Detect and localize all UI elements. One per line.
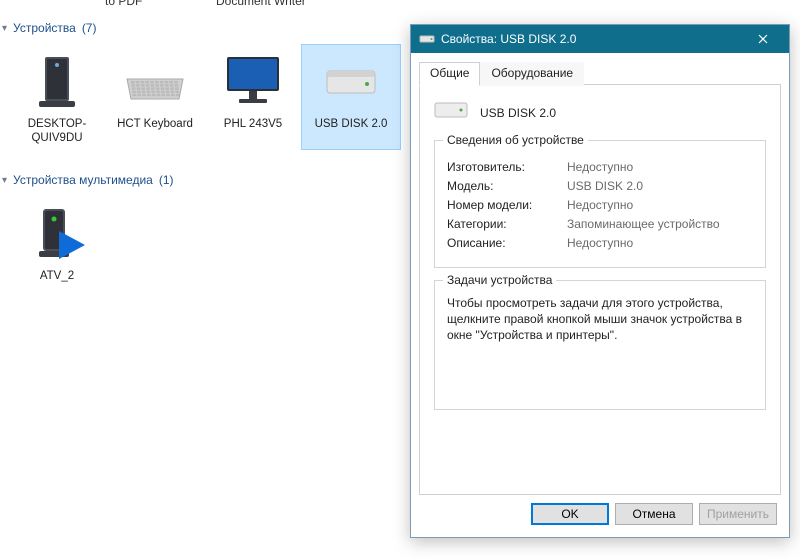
device-label: ATV_2 (40, 269, 74, 283)
group-count: (7) (82, 21, 97, 35)
label: Номер модели: (447, 198, 567, 212)
drive-icon (319, 51, 383, 113)
device-item[interactable]: DESKTOP-QUIV9DU (8, 45, 106, 149)
chevron-down-icon: ▾ (2, 175, 7, 186)
monitor-icon (221, 51, 285, 113)
device-label: DESKTOP-QUIV9DU (10, 117, 104, 145)
label: Описание: (447, 236, 567, 250)
device-tasks-text: Чтобы просмотреть задачи для этого устро… (447, 295, 753, 343)
device-tasks-group: Задачи устройства Чтобы просмотреть зада… (434, 280, 766, 410)
tab-general[interactable]: Общие (419, 62, 480, 86)
device-item[interactable]: USB DISK 2.0 (302, 45, 400, 149)
value: USB DISK 2.0 (567, 179, 753, 193)
value: Недоступно (567, 236, 753, 250)
drive-icon (434, 99, 468, 126)
value: Запоминающее устройство (567, 217, 753, 231)
group-label: Устройства (13, 21, 76, 35)
label: Модель: (447, 179, 567, 193)
value: Недоступно (567, 160, 753, 174)
row-manufacturer: Изготовитель: Недоступно (447, 160, 753, 174)
row-model: Модель: USB DISK 2.0 (447, 179, 753, 193)
row-model-number: Номер модели: Недоступно (447, 198, 753, 212)
device-item[interactable]: HCT Keyboard (106, 45, 204, 149)
group-header-devices[interactable]: ▾ Устройства (7) (0, 21, 408, 35)
group-media: ▾ Устройства мультимедиа (1) ATV_2 (0, 173, 174, 287)
properties-dialog: Свойства: USB DISK 2.0 Общие Оборудовани… (410, 24, 790, 538)
device-label: USB DISK 2.0 (315, 117, 388, 131)
device-item[interactable]: ATV_2 (8, 197, 106, 287)
apply-button[interactable]: Применить (699, 503, 777, 525)
tab-panel-general: USB DISK 2.0 Сведения об устройстве Изго… (419, 85, 781, 495)
pc-icon (25, 51, 89, 113)
group-label: Устройства мультимедиа (13, 173, 153, 187)
ok-button[interactable]: OK (531, 503, 609, 525)
row-categories: Категории: Запоминающее устройство (447, 217, 753, 231)
keyboard-icon (123, 51, 187, 113)
dialog-body: Общие Оборудование USB DISK 2.0 Сведения… (411, 53, 789, 499)
device-label: PHL 243V5 (224, 117, 282, 131)
group-devices: ▾ Устройства (7) DESKTOP-QUIV9DU HCT Keyb… (0, 21, 408, 149)
group-count: (1) (159, 173, 174, 187)
cancel-button[interactable]: Отмена (615, 503, 693, 525)
media-row: ATV_2 (0, 187, 174, 287)
titlebar[interactable]: Свойства: USB DISK 2.0 (411, 25, 789, 53)
device-info-group: Сведения об устройстве Изготовитель: Нед… (434, 140, 766, 268)
drive-icon (419, 31, 435, 47)
truncated-label: Document Writer (216, 0, 306, 8)
label: Изготовитель: (447, 160, 567, 174)
close-button[interactable] (741, 25, 785, 53)
row-description: Описание: Недоступно (447, 236, 753, 250)
chevron-down-icon: ▾ (2, 23, 7, 34)
value: Недоступно (567, 198, 753, 212)
mediaserver-icon (25, 203, 89, 265)
label: Категории: (447, 217, 567, 231)
tab-hardware[interactable]: Оборудование (480, 62, 584, 86)
group-header-media[interactable]: ▾ Устройства мультимедиа (1) (0, 173, 174, 187)
devices-row: DESKTOP-QUIV9DU HCT Keyboard PHL 243V5 USB … (0, 35, 408, 149)
device-info-legend: Сведения об устройстве (443, 133, 588, 147)
dialog-title: Свойства: USB DISK 2.0 (441, 32, 741, 46)
dialog-buttons: OK Отмена Применить (411, 499, 789, 537)
device-name-label: USB DISK 2.0 (480, 106, 556, 120)
close-icon (758, 34, 768, 44)
truncated-label: to PDF (105, 0, 142, 8)
device-label: HCT Keyboard (117, 117, 193, 131)
device-item[interactable]: PHL 243V5 (204, 45, 302, 149)
device-tasks-legend: Задачи устройства (443, 273, 556, 287)
tabstrip: Общие Оборудование (419, 61, 781, 85)
